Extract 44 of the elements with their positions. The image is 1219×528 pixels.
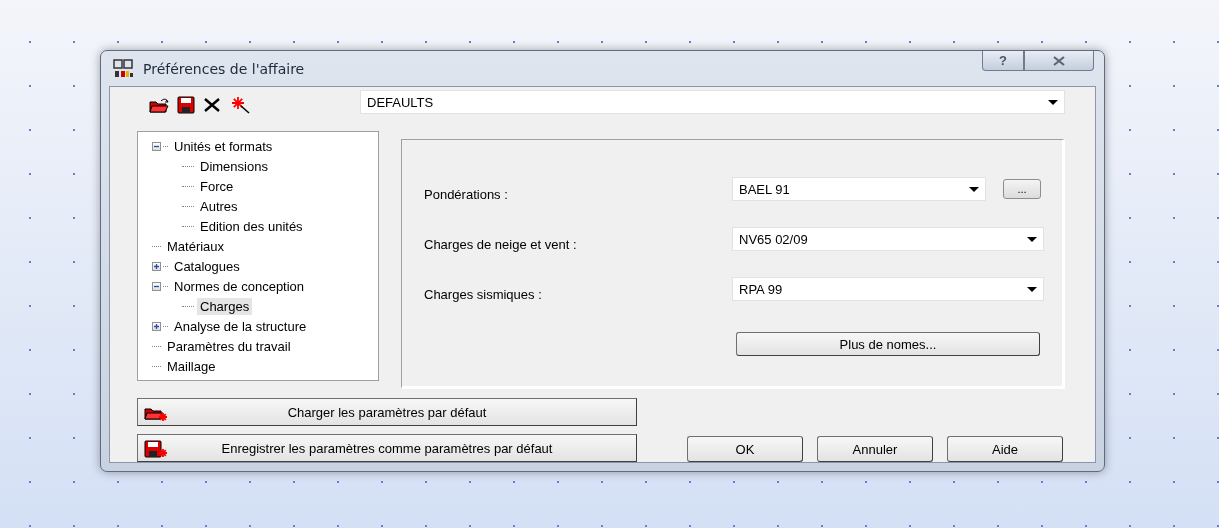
- tree-item[interactable]: Catalogues: [171, 257, 243, 275]
- dialog-button[interactable]: Aide: [947, 436, 1063, 462]
- dialog-button[interactable]: OK: [687, 436, 803, 462]
- tree-item[interactable]: Dimensions: [197, 157, 271, 175]
- setting-label: Charges sismiques :: [424, 285, 543, 302]
- setting-dropdown[interactable]: NV65 02/09: [732, 227, 1044, 251]
- collapse-icon[interactable]: [152, 141, 161, 151]
- tree-item[interactable]: Matériaux: [164, 237, 228, 255]
- setting-label: Pondérations :: [424, 185, 509, 202]
- tree-item[interactable]: Analyse de la structure: [171, 317, 310, 335]
- dropdown-arrow-icon: [1027, 286, 1037, 292]
- setting-dropdown[interactable]: BAEL 91: [732, 177, 986, 201]
- load-defaults-button[interactable]: Charger les paramètres par défaut: [137, 398, 637, 426]
- dropdown-arrow-icon: [1048, 99, 1058, 105]
- dropdown-arrow-icon: [969, 186, 979, 192]
- close-button[interactable]: [1024, 51, 1094, 71]
- setting-label: Charges de neige et vent :: [424, 235, 578, 252]
- expand-icon[interactable]: [152, 261, 161, 271]
- expand-icon[interactable]: [152, 321, 161, 331]
- dropdown-arrow-icon: [1027, 236, 1037, 242]
- browse-button[interactable]: ...: [1003, 179, 1041, 199]
- dialog-button[interactable]: Annuler: [817, 436, 933, 462]
- save-defaults-button[interactable]: Enregistrer les paramètres comme paramètres par défaut: [137, 434, 637, 462]
- tree-item[interactable]: Unités et formats: [171, 137, 276, 155]
- delete-icon[interactable]: [203, 97, 221, 113]
- tree-item[interactable]: Charges: [197, 297, 253, 315]
- collapse-icon[interactable]: [152, 281, 161, 291]
- tree-item[interactable]: Force: [197, 177, 237, 195]
- window-title: Préférences de l'affaire: [143, 60, 306, 77]
- tree-item[interactable]: Autres: [197, 197, 241, 215]
- tree-item[interactable]: Normes de conception: [171, 277, 308, 295]
- save-icon: [144, 440, 168, 458]
- tree-item[interactable]: Edition des unités: [197, 217, 306, 235]
- help-button[interactable]: ?: [982, 51, 1024, 71]
- setting-dropdown[interactable]: RPA 99: [732, 277, 1044, 301]
- save-icon[interactable]: [177, 96, 195, 114]
- open-folder-icon[interactable]: [149, 96, 169, 114]
- tree-item[interactable]: Paramètres du travail: [164, 337, 294, 355]
- more-button[interactable]: Plus de nomes...: [736, 332, 1040, 356]
- preset-dropdown[interactable]: DEFAULTS: [360, 90, 1065, 114]
- close-icon: [1052, 55, 1066, 66]
- tree-item[interactable]: Maillage: [164, 357, 219, 375]
- app-icon: [113, 58, 135, 79]
- star-icon[interactable]: [229, 95, 251, 115]
